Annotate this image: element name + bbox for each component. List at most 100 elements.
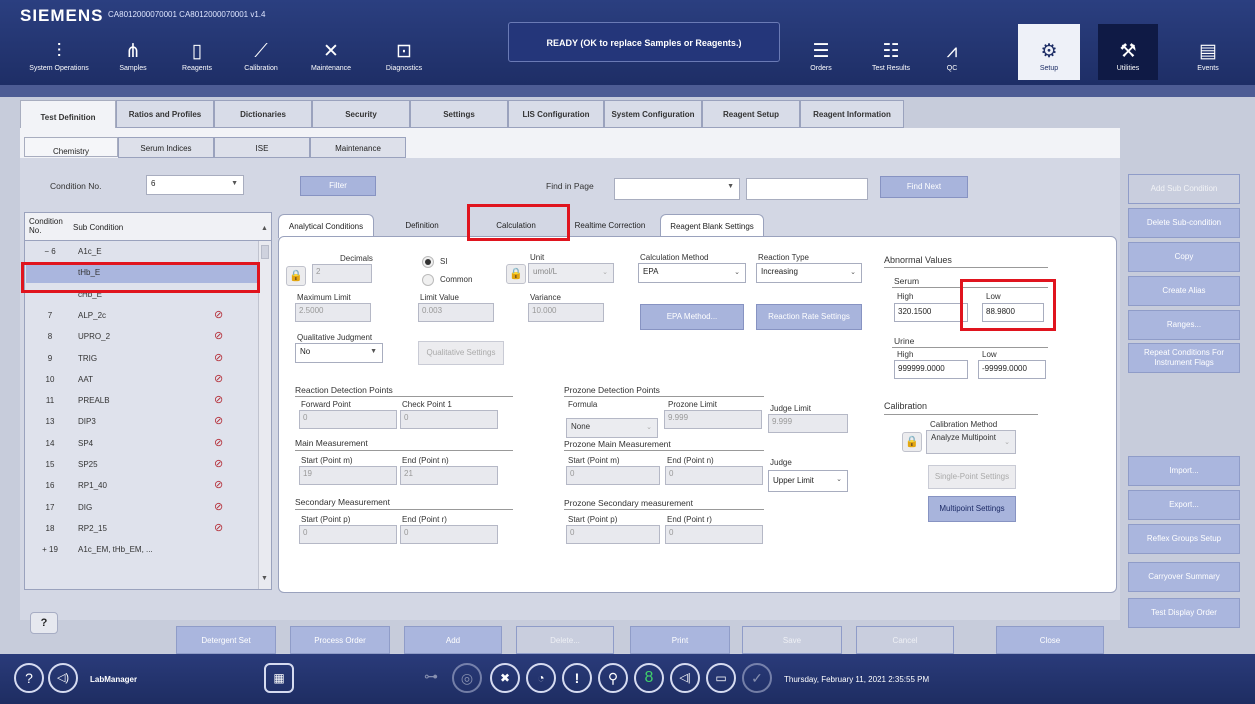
tab-reagent-blank-settings[interactable]: Reagent Blank Settings <box>660 214 764 238</box>
multipoint-settings-button[interactable]: Multipoint Settings <box>928 496 1016 522</box>
judge-limit-field[interactable]: 9.999 <box>768 414 848 433</box>
table-row[interactable]: − 6 A1c_E <box>26 241 258 262</box>
cancel-button[interactable]: Cancel <box>856 626 954 654</box>
nav-qc[interactable]: ⩘ QC <box>930 24 974 80</box>
table-row[interactable]: 16 RP1_40 ⊘ <box>26 475 258 496</box>
maximum-limit-field[interactable]: 2.5000 <box>295 303 371 322</box>
test-display-order-button[interactable]: Test Display Order <box>1128 598 1240 628</box>
condition-no-select[interactable]: 6 ▼ <box>146 175 244 195</box>
tab-ratios-profiles[interactable]: Ratios and Profiles <box>116 100 214 128</box>
table-row[interactable]: 17 DIG ⊘ <box>26 497 258 518</box>
decimals-field[interactable]: 2 <box>312 264 372 283</box>
scroll-up-icon[interactable]: ▲ <box>261 225 268 232</box>
tab-dictionaries[interactable]: Dictionaries <box>214 100 312 128</box>
nav-calibration[interactable]: ⟋ Calibration <box>232 24 290 80</box>
gauge-icon[interactable]: ◔ <box>526 663 556 693</box>
tab-analytical-conditions[interactable]: Analytical Conditions <box>278 214 374 238</box>
tab-test-definition[interactable]: Test Definition <box>20 100 116 130</box>
prozone-end-r-field[interactable]: 0 <box>665 525 763 544</box>
urine-low-field[interactable]: -99999.0000 <box>978 360 1046 379</box>
carryover-summary-button[interactable]: Carryover Summary <box>1128 562 1240 592</box>
start-point-m-field[interactable]: 19 <box>299 466 397 485</box>
filter-button[interactable]: Filter <box>300 176 376 196</box>
create-alias-button[interactable]: Create Alias <box>1128 276 1240 306</box>
serum-high-field[interactable]: 320.1500 <box>894 303 968 322</box>
qualitative-judgment-select[interactable]: No ▼ <box>295 343 383 363</box>
nav-reagents[interactable]: ▯ Reagents <box>168 24 226 80</box>
nav-orders[interactable]: ☰ Orders <box>798 24 844 80</box>
start-point-p-field[interactable]: 0 <box>299 525 397 544</box>
single-point-settings-button[interactable]: Single-Point Settings <box>928 465 1016 489</box>
reaction-rate-settings-button[interactable]: Reaction Rate Settings <box>756 304 862 330</box>
nav-samples[interactable]: ⋔ Samples <box>104 24 162 80</box>
check-point-field[interactable]: 0 <box>400 410 498 429</box>
nav-utilities[interactable]: ⚒ Utilities <box>1098 24 1158 80</box>
add-sub-condition-button[interactable]: Add Sub Condition <box>1128 174 1240 204</box>
lock-icon[interactable]: 🔒 <box>506 264 526 284</box>
urine-high-field[interactable]: 999999.0000 <box>894 360 968 379</box>
epa-method-button[interactable]: EPA Method... <box>640 304 744 330</box>
find-next-button[interactable]: Find Next <box>880 176 968 198</box>
prozone-limit-field[interactable]: 9.999 <box>664 410 762 429</box>
volume-icon[interactable]: ◁) <box>48 663 78 693</box>
prozone-end-n-field[interactable]: 0 <box>665 466 763 485</box>
calibration-method-select[interactable]: Analyze Multipoint ⌄ <box>926 430 1016 454</box>
tab-reagent-information[interactable]: Reagent Information <box>800 100 904 128</box>
ready-status-icon[interactable]: 8 <box>634 663 664 693</box>
table-row[interactable]: 15 SP25 ⊘ <box>26 454 258 475</box>
nav-system-operations[interactable]: ⫶ System Operations <box>22 24 96 80</box>
operator-icon[interactable]: ◎ <box>452 663 482 693</box>
formula-select[interactable]: None ⌄ <box>566 418 658 438</box>
table-row[interactable]: 10 AAT ⊘ <box>26 369 258 390</box>
limit-value-field[interactable]: 0.003 <box>418 303 494 322</box>
delete-sub-condition-button[interactable]: Delete Sub-condition <box>1128 208 1240 238</box>
export-button[interactable]: Export... <box>1128 490 1240 520</box>
table-row[interactable]: 9 TRIG ⊘ <box>26 348 258 369</box>
process-order-button[interactable]: Process Order <box>290 626 390 654</box>
list-scrollbar[interactable] <box>258 241 271 589</box>
table-row[interactable]: 18 RP2_15 ⊘ <box>26 518 258 539</box>
tab-security[interactable]: Security <box>312 100 410 128</box>
qualitative-settings-button[interactable]: Qualitative Settings <box>418 341 504 365</box>
table-row[interactable]: + 19 A1c_EM, tHb_EM, ... <box>26 539 258 560</box>
keypad-icon[interactable]: ▦ <box>264 663 294 693</box>
si-radio[interactable] <box>422 256 434 268</box>
table-row[interactable]: 11 PREALB ⊘ <box>26 390 258 411</box>
ranges-button[interactable]: Ranges... <box>1128 310 1240 340</box>
unit-select[interactable]: umol/L ⌄ <box>528 263 614 283</box>
scroll-down-icon[interactable]: ▼ <box>261 575 268 582</box>
find-in-page-select[interactable]: ▼ <box>614 178 740 200</box>
nav-diagnostics[interactable]: ⊡ Diagnostics <box>372 24 436 80</box>
check-icon[interactable]: ✓ <box>742 663 772 693</box>
common-radio[interactable] <box>422 274 434 286</box>
calculation-method-select[interactable]: EPA ⌄ <box>638 263 746 283</box>
reflex-groups-setup-button[interactable]: Reflex Groups Setup <box>1128 524 1240 554</box>
alert-icon[interactable]: ! <box>562 663 592 693</box>
variance-field[interactable]: 10.000 <box>528 303 604 322</box>
error-status-icon[interactable]: ✖ <box>490 663 520 693</box>
audio-icon[interactable]: ◁| <box>670 663 700 693</box>
tab-settings[interactable]: Settings <box>410 100 508 128</box>
tab-definition[interactable]: Definition <box>376 214 468 238</box>
detergent-set-button[interactable]: Detergent Set <box>176 626 276 654</box>
prozone-start-p-field[interactable]: 0 <box>566 525 660 544</box>
scroll-thumb[interactable] <box>261 245 269 259</box>
add-button[interactable]: Add <box>404 626 502 654</box>
tab-lis-configuration[interactable]: LIS Configuration <box>508 100 604 128</box>
lock-icon[interactable]: 🔒 <box>902 432 922 452</box>
nav-maintenance[interactable]: ✕ Maintenance <box>296 24 366 80</box>
delete-button[interactable]: Delete... <box>516 626 614 654</box>
help-icon[interactable]: ? <box>14 663 44 693</box>
table-row[interactable]: 8 UPRO_2 ⊘ <box>26 326 258 347</box>
subtab-ise[interactable]: ISE <box>214 137 310 158</box>
nav-setup[interactable]: ⚙ Setup <box>1018 24 1080 80</box>
table-row[interactable]: 13 DIP3 ⊘ <box>26 411 258 432</box>
nav-events[interactable]: ▤ Events <box>1178 24 1238 80</box>
tab-reagent-setup[interactable]: Reagent Setup <box>702 100 800 128</box>
subtab-chemistry[interactable]: Chemistry <box>24 137 118 157</box>
tab-system-configuration[interactable]: System Configuration <box>604 100 702 128</box>
import-button[interactable]: Import... <box>1128 456 1240 486</box>
table-row[interactable]: 7 ALP_2c ⊘ <box>26 305 258 326</box>
subtab-maintenance[interactable]: Maintenance <box>310 137 406 158</box>
judge-select[interactable]: Upper Limit ⌄ <box>768 470 848 492</box>
